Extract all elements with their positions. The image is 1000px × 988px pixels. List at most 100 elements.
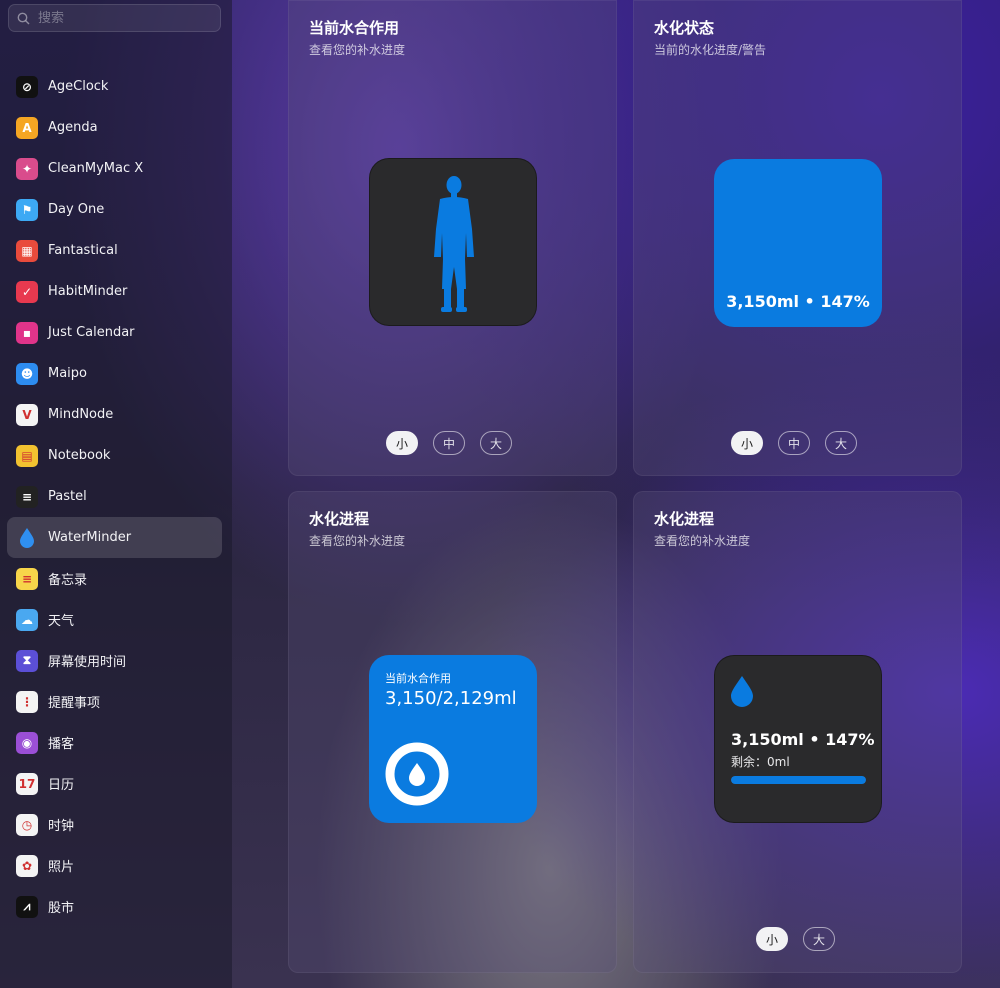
- sidebar-item-screen-time[interactable]: ⧗ 屏幕使用时间: [0, 640, 232, 681]
- sidebar-item-label: MindNode: [48, 407, 114, 422]
- progress-ring-icon: [385, 742, 449, 806]
- pastel-icon: ≡: [16, 485, 38, 508]
- widget-card-current-hydration[interactable]: 当前水合作用 查看您的补水进度 小中大: [288, 0, 617, 476]
- search-input[interactable]: [36, 9, 210, 27]
- ageclock-icon: ⊘: [16, 75, 38, 98]
- notebook-icon: ▤: [16, 444, 38, 467]
- widget-title: 当前水合作用: [385, 672, 451, 685]
- justcalendar-icon: ▪: [16, 321, 38, 344]
- sidebar: ⊘ AgeClock A Agenda ✦ CleanMyMac X ⚑ Day One ▦ Fa…: [0, 0, 232, 988]
- search-field[interactable]: [8, 4, 221, 32]
- sidebar-item-photos[interactable]: ✿ 照片: [0, 845, 232, 886]
- screen-time-icon: ⧗: [16, 649, 38, 672]
- sidebar-item-label: 日历: [48, 778, 75, 793]
- sidebar-item-label: Maipo: [48, 366, 87, 381]
- sidebar-item-label: 播客: [48, 737, 75, 752]
- sidebar-item-pastel[interactable]: ≡ Pastel: [0, 476, 232, 517]
- hydration-progress-widget[interactable]: 当前水合作用 3,150/2,129ml: [369, 655, 537, 823]
- sidebar-item-label: Day One: [48, 202, 105, 217]
- sidebar-item-maipo[interactable]: ☻ Maipo: [0, 353, 232, 394]
- sidebar-item-cleanmymac[interactable]: ✦ CleanMyMac X: [0, 148, 232, 189]
- sidebar-item-habitminder[interactable]: ✓ HabitMinder: [0, 271, 232, 312]
- card-subtitle: 查看您的补水进度: [654, 534, 751, 548]
- app-list: ⊘ AgeClock A Agenda ✦ CleanMyMac X ⚑ Day One ▦ Fa…: [0, 66, 232, 927]
- sidebar-item-label: 照片: [48, 860, 75, 875]
- sidebar-item-notebook[interactable]: ▤ Notebook: [0, 435, 232, 476]
- mindnode-icon: V: [16, 403, 38, 426]
- progress-bar: [731, 776, 866, 784]
- sidebar-item-stocks[interactable]: ⩘ 股市: [0, 886, 232, 927]
- size-option-button[interactable]: 大: [825, 431, 857, 455]
- size-selector: 小中大: [731, 431, 857, 455]
- stocks-icon: ⩘: [16, 895, 38, 918]
- card-title: 水化状态: [654, 19, 715, 37]
- size-option-button[interactable]: 小: [731, 431, 763, 455]
- sidebar-item-weather[interactable]: ☁ 天气: [0, 599, 232, 640]
- water-drop-icon: [731, 676, 753, 707]
- dayone-icon: ⚑: [16, 198, 38, 221]
- summary-value: 3,150ml • 147%: [731, 730, 875, 749]
- sidebar-item-notes[interactable]: ≡ 备忘录: [0, 558, 232, 599]
- sidebar-item-justcalendar[interactable]: ▪ Just Calendar: [0, 312, 232, 353]
- sidebar-item-reminders[interactable]: ⋮ 提醒事项: [0, 681, 232, 722]
- widget-card-hydration-status[interactable]: 水化状态 当前的水化进度/警告 3,150ml • 147% 小中大: [633, 0, 962, 476]
- person-silhouette-icon: [434, 176, 474, 312]
- hydration-summary-widget[interactable]: 3,150ml • 147% 剩余：0ml: [714, 655, 882, 823]
- weather-icon: ☁: [16, 608, 38, 631]
- sidebar-item-label: AgeClock: [48, 79, 109, 94]
- cleanmymac-icon: ✦: [16, 157, 38, 180]
- size-option-button[interactable]: 小: [756, 927, 788, 951]
- sidebar-item-calendar[interactable]: 17 日历: [0, 763, 232, 804]
- sidebar-item-podcasts[interactable]: ◉ 播客: [0, 722, 232, 763]
- sidebar-item-fantastical[interactable]: ▦ Fantastical: [0, 230, 232, 271]
- habitminder-icon: ✓: [16, 280, 38, 303]
- card-subtitle: 当前的水化进度/警告: [654, 43, 767, 57]
- sidebar-item-label: WaterMinder: [48, 530, 132, 545]
- sidebar-item-label: Fantastical: [48, 243, 118, 258]
- size-option-button[interactable]: 大: [803, 927, 835, 951]
- sidebar-item-label: 备忘录: [48, 573, 88, 588]
- progress-bar-fill: [731, 776, 866, 784]
- sidebar-item-label: 天气: [48, 614, 75, 629]
- sidebar-item-label: 股市: [48, 901, 75, 916]
- sidebar-item-label: CleanMyMac X: [48, 161, 144, 176]
- sidebar-item-label: Pastel: [48, 489, 87, 504]
- sidebar-item-mindnode[interactable]: V MindNode: [0, 394, 232, 435]
- widget-card-hydration-progress-dark[interactable]: 水化进程 查看您的补水进度 3,150ml • 147% 剩余：0ml 小大: [633, 491, 962, 973]
- podcasts-icon: ◉: [16, 731, 38, 754]
- search-icon: [17, 12, 30, 24]
- sidebar-item-label: Agenda: [48, 120, 98, 135]
- size-option-button[interactable]: 大: [480, 431, 512, 455]
- reminders-icon: ⋮: [16, 690, 38, 713]
- sidebar-item-ageclock[interactable]: ⊘ AgeClock: [0, 66, 232, 107]
- sidebar-item-label: 时钟: [48, 819, 75, 834]
- hydration-figure-widget[interactable]: [369, 158, 537, 326]
- sidebar-item-label: 屏幕使用时间: [48, 655, 127, 670]
- sidebar-item-label: Notebook: [48, 448, 111, 463]
- widget-card-hydration-progress[interactable]: 水化进程 查看您的补水进度 当前水合作用 3,150/2,129ml: [288, 491, 617, 973]
- widget-value: 3,150/2,129ml: [385, 688, 517, 709]
- notes-icon: ≡: [16, 567, 38, 590]
- size-selector: 小大: [756, 927, 835, 951]
- card-title: 当前水合作用: [309, 19, 400, 37]
- calendar-icon: 17: [16, 772, 38, 795]
- sidebar-item-label: HabitMinder: [48, 284, 128, 299]
- water-drop-icon: [16, 527, 38, 549]
- clock-icon: ◷: [16, 813, 38, 836]
- sidebar-item-clock[interactable]: ◷ 时钟: [0, 804, 232, 845]
- card-subtitle: 查看您的补水进度: [309, 43, 406, 57]
- sidebar-item-agenda[interactable]: A Agenda: [0, 107, 232, 148]
- photos-icon: ✿: [16, 854, 38, 877]
- size-option-button[interactable]: 中: [433, 431, 465, 455]
- sidebar-item-dayone[interactable]: ⚑ Day One: [0, 189, 232, 230]
- water-drop-icon: [409, 763, 425, 786]
- agenda-icon: A: [16, 116, 38, 139]
- card-title: 水化进程: [309, 510, 370, 528]
- remaining-text: 剩余：0ml: [731, 755, 790, 769]
- hydration-status-widget[interactable]: 3,150ml • 147%: [714, 159, 882, 327]
- size-option-button[interactable]: 小: [386, 431, 418, 455]
- sidebar-item-label: 提醒事项: [48, 696, 101, 711]
- sidebar-item-water-drop[interactable]: WaterMinder: [0, 517, 232, 558]
- maipo-icon: ☻: [16, 362, 38, 385]
- size-option-button[interactable]: 中: [778, 431, 810, 455]
